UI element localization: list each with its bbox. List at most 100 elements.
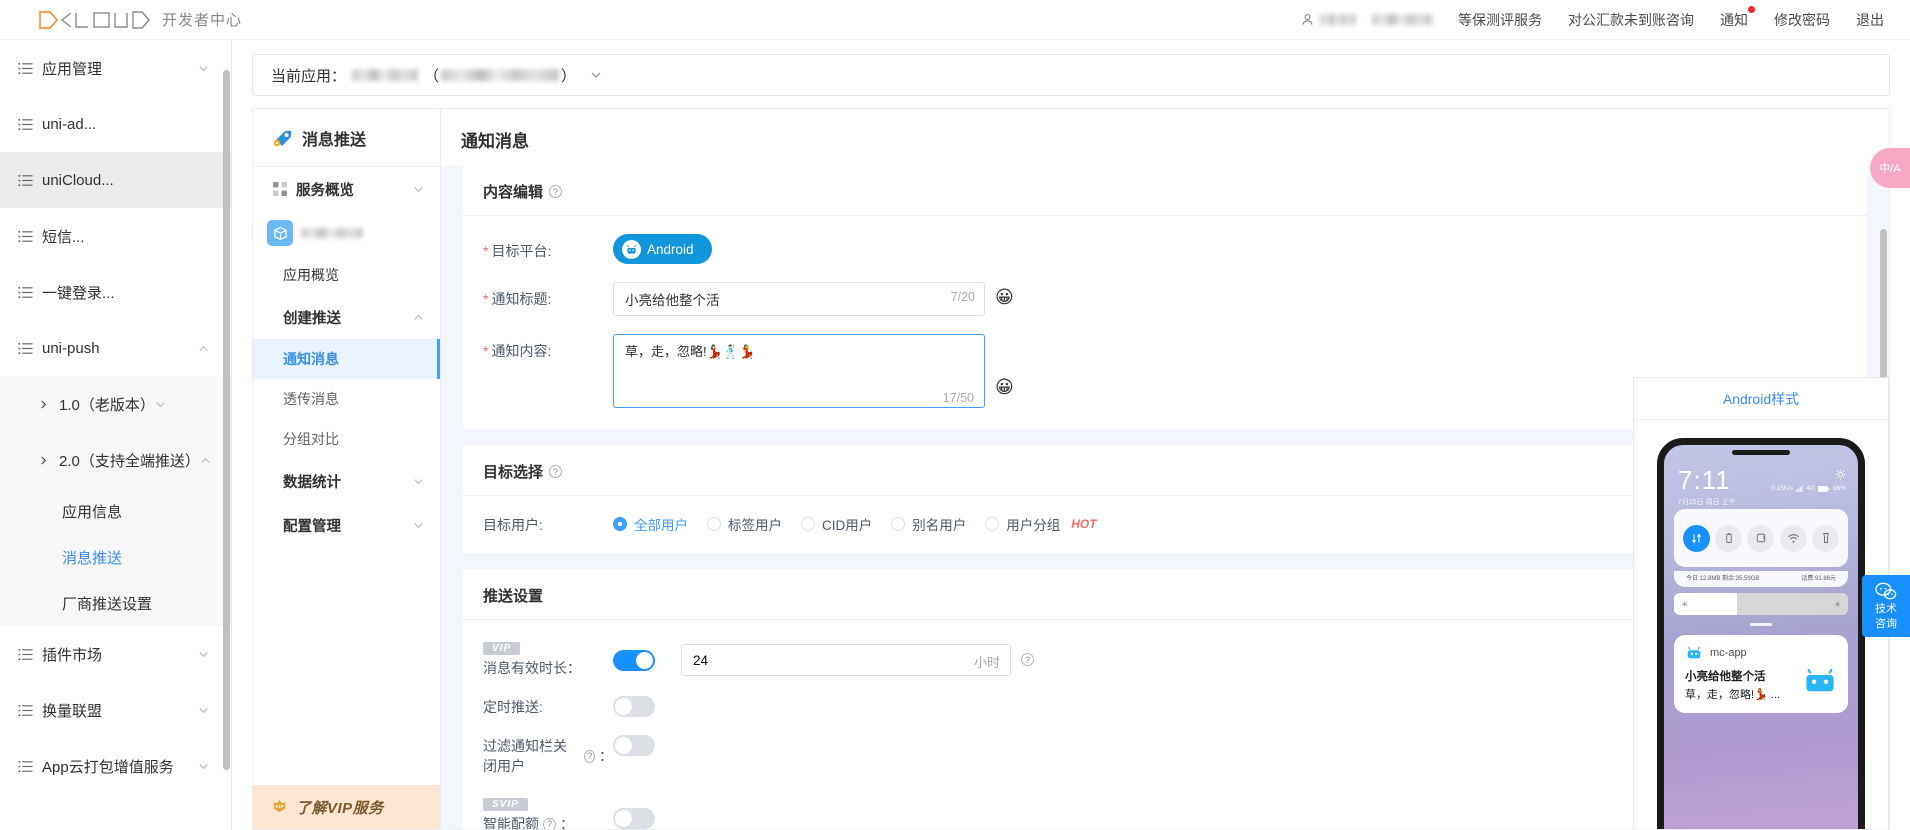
chevron-down-icon [414, 522, 423, 528]
drag-handle[interactable] [1750, 623, 1772, 626]
field-label: 智能配额 ? ： [483, 814, 613, 829]
sidebar-item-traffic-alliance[interactable]: 换量联盟 [0, 682, 231, 738]
screen-rotate-icon[interactable] [1747, 524, 1775, 552]
phone-date: 7月15日 周日 上午 [1678, 499, 1736, 506]
message-ttl-switch[interactable] [613, 650, 655, 671]
brightness-low-icon: ☀ [1681, 599, 1689, 609]
top-link-remittance[interactable]: 对公汇款未到账咨询 [1568, 10, 1694, 30]
android-preview-panel: Android样式 7:11 7月15日 周日 上午 0.15K/s 4G 96… [1633, 377, 1889, 829]
radio-tag-users[interactable]: 标签用户 [707, 514, 782, 534]
vip-service-banner[interactable]: VIP 了解VIP服务 [253, 785, 440, 829]
sidebar-item-app-cloud-packaging[interactable]: App云打包增值服务 [0, 738, 231, 794]
push-menu-app-overview[interactable]: 应用概览 [253, 255, 440, 295]
sidebar-leaf-app-info[interactable]: 应用信息 [0, 488, 231, 534]
android-robot-icon [622, 239, 641, 259]
sidebar-label: uni-ad... [42, 115, 97, 133]
brightness-slider[interactable]: ☀ ☀ [1674, 593, 1848, 615]
phone-network-type: 4G [1806, 485, 1815, 492]
field-label: 通知内容: [483, 334, 613, 361]
current-app-selector[interactable]: 当前应用： （ ） [252, 54, 1890, 96]
battery-saver-icon[interactable] [1715, 524, 1743, 552]
field-label: 消息有效时长： [483, 660, 581, 676]
field-label: 目标平台: [483, 234, 613, 261]
filter-disabled-users-switch[interactable] [613, 735, 655, 756]
top-link-change-password[interactable]: 修改密码 [1774, 10, 1830, 30]
notification-title-input[interactable] [613, 282, 985, 316]
radio-user-groups[interactable]: 用户分组 HOT [985, 514, 1097, 534]
top-link-notifications[interactable]: 通知 [1720, 5, 1755, 30]
flashlight-icon[interactable] [1812, 524, 1840, 552]
help-icon[interactable]: ? [1021, 653, 1034, 666]
push-menu-data-statistics[interactable]: 数据统计 [253, 459, 440, 503]
sidebar-item-unicloud[interactable]: uniCloud... [0, 152, 231, 208]
field-label-suffix: ： [560, 816, 574, 829]
help-icon[interactable]: ? [549, 185, 563, 198]
card-title: 目标选择 [483, 464, 544, 481]
sidebar-item-sms[interactable]: 短信... [0, 208, 231, 264]
push-module-title: 消息推送 [302, 131, 367, 149]
message-ttl-input[interactable] [681, 644, 1011, 676]
mobile-data-icon[interactable] [1682, 524, 1710, 552]
chevron-down-icon [414, 186, 423, 192]
sidebar-leaf-message-push[interactable]: 消息推送 [0, 534, 231, 580]
sidebar-leaf-vendor-push-settings[interactable]: 厂商推送设置 [0, 580, 231, 626]
push-menu-label: 数据统计 [283, 474, 341, 491]
body-char-counter: 17/50 [942, 391, 974, 405]
notification-body-textarea[interactable] [613, 334, 985, 408]
push-menu-create-push[interactable]: 创建推送 [253, 295, 440, 339]
emoji-picker-button-title[interactable]: 😀 [995, 288, 1017, 310]
top-navigation-bar: 开发者中心 等保测评服务 对公汇款未到账咨询 通知 修改密码 退出 [0, 0, 1910, 40]
sidebar-item-uni-ad[interactable]: uni-ad... [0, 96, 231, 152]
radio-all-users[interactable]: 全部用户 [613, 514, 688, 534]
sidebar-label: 应用管理 [42, 60, 103, 78]
android-robot-icon [1687, 646, 1701, 659]
sidebar-label: uniCloud... [42, 171, 114, 189]
app-id-open-paren: （ [424, 67, 440, 85]
sidebar-item-app-management[interactable]: 应用管理 [0, 40, 231, 96]
platform-android-button[interactable]: Android [613, 234, 712, 264]
card-title: 推送设置 [483, 588, 544, 605]
help-icon[interactable]: ? [549, 465, 563, 478]
push-menu-group-compare[interactable]: 分组对比 [253, 419, 440, 459]
language-toggle-button[interactable]: 中/A [1870, 148, 1910, 188]
current-app-name-redacted [352, 69, 419, 81]
smart-quota-switch[interactable] [613, 808, 655, 829]
push-module-header: 消息推送 [253, 109, 440, 167]
field-label-suffix: ： [599, 748, 613, 764]
content-split: 消息推送 服务概览 应用概览 创建推送 通知消息 透传消息 分组对比 数据统计 … [232, 96, 1910, 830]
preview-tab-android[interactable]: Android样式 [1634, 378, 1888, 420]
radio-circle [891, 517, 906, 531]
tech-support-button[interactable]: 技术 咨询 [1862, 575, 1910, 637]
user-account-chip[interactable] [1301, 13, 1432, 26]
notification-preview-card: mc-app 小亮给他整个活 草，走，忽略!💃 ... [1674, 635, 1848, 713]
phone-net-speed: 0.15K/s [1771, 485, 1794, 492]
sidebar-item-uni-push[interactable]: uni-push [0, 320, 231, 376]
radio-alias-users[interactable]: 别名用户 [891, 514, 966, 534]
push-menu-notification-message[interactable]: 通知消息 [253, 339, 440, 379]
sidebar-item-onekey-login[interactable]: 一键登录... [0, 264, 231, 320]
scheduled-push-switch[interactable] [613, 696, 655, 717]
push-menu-config-management[interactable]: 配置管理 [253, 503, 440, 547]
chevron-up-icon [199, 345, 208, 351]
push-rocket-icon [273, 130, 292, 146]
sidebar-subitem-push-v1[interactable]: 1.0（老版本） [0, 376, 231, 432]
list-icon [18, 648, 33, 660]
push-menu-transparent-message[interactable]: 透传消息 [253, 379, 440, 419]
push-current-app-entry[interactable] [253, 211, 440, 255]
radio-cid-users[interactable]: CID用户 [801, 514, 872, 534]
top-link-dengbao[interactable]: 等保测评服务 [1458, 10, 1542, 30]
phone-battery-level: 96% [1832, 485, 1846, 492]
help-icon[interactable]: ? [584, 749, 595, 763]
sidebar-scrollbar[interactable] [223, 70, 230, 770]
emoji-picker-button-body[interactable]: 😀 [995, 378, 1017, 400]
sidebar-item-plugin-market[interactable]: 插件市场 [0, 626, 231, 682]
help-icon[interactable]: ? [543, 817, 556, 829]
wifi-icon[interactable] [1779, 524, 1807, 552]
push-menu-service-overview[interactable]: 服务概览 [253, 167, 440, 211]
uni-push-submenu: 1.0（老版本） 2.0（支持全端推送） 应用信息 消息推送 厂商推送设置 [0, 376, 231, 626]
sidebar-subitem-push-v2[interactable]: 2.0（支持全端推送） [0, 432, 231, 488]
brand-logo[interactable]: 开发者中心 [0, 9, 242, 30]
phone-mockup: 7:11 7月15日 周日 上午 0.15K/s 4G 96% 今日:12.8M… [1657, 438, 1865, 829]
page-title: 通知消息 [441, 109, 1889, 166]
top-link-logout[interactable]: 退出 [1856, 10, 1884, 30]
